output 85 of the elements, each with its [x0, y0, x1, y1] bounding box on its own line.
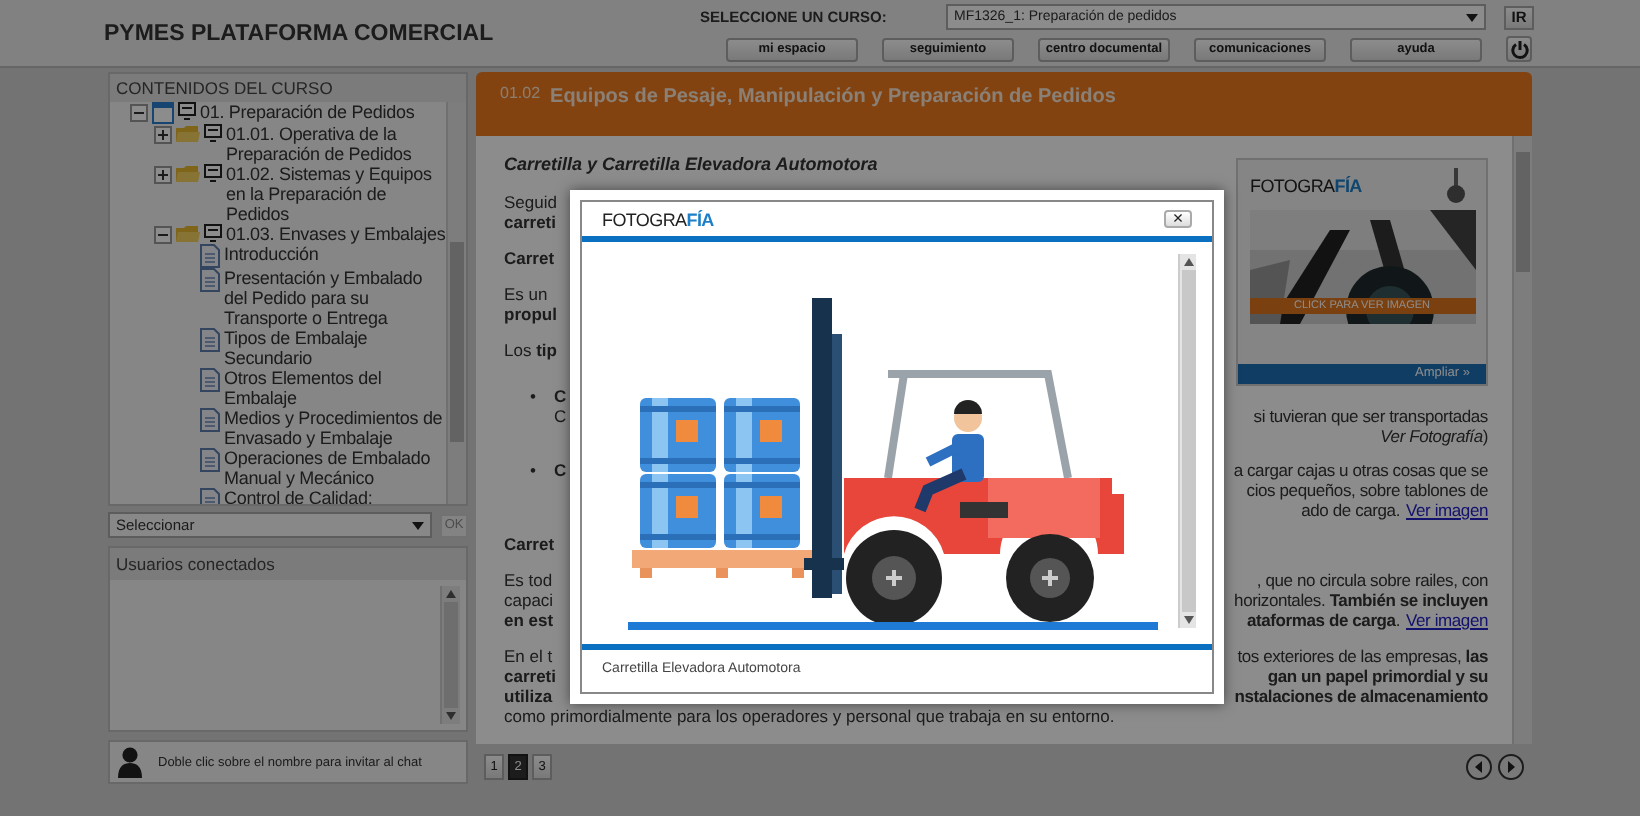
scrollbar[interactable] [440, 586, 460, 724]
body-text: C [554, 460, 567, 480]
power-button[interactable] [1506, 36, 1532, 62]
scroll-up-icon[interactable] [446, 590, 456, 598]
body-text: ado de carga. [1301, 500, 1400, 520]
lesson-title: Equipos de Pesaje, Manipulación y Preparación de Pedidos [550, 86, 1116, 108]
tree-item[interactable]: Introducción [224, 244, 446, 264]
monitor-icon [204, 124, 222, 142]
body-text: En el t [504, 646, 553, 666]
bullet-mark: • [530, 460, 538, 484]
window-icon [152, 102, 174, 124]
next-icon[interactable] [1498, 753, 1524, 779]
document-icon [200, 448, 220, 472]
collapse-icon[interactable] [130, 104, 148, 122]
scrollbar[interactable] [446, 102, 466, 504]
previous-icon[interactable] [1466, 753, 1492, 779]
link[interactable]: Ver imagen [1406, 610, 1488, 630]
monitor-icon [178, 102, 196, 120]
close-button[interactable]: × [1164, 210, 1192, 228]
body-text: propul [504, 304, 557, 324]
body-text: cios pequeños, sobre tablones de [1246, 480, 1488, 500]
tree-item[interactable]: Tipos de Embalaje Secundario [224, 328, 446, 368]
monitor-icon [204, 224, 222, 242]
subheading: Carret [504, 248, 555, 268]
caret-icon [1466, 13, 1478, 21]
body-text: Ver Fotografía) [1380, 426, 1488, 446]
body-text: como primordialmente para los operadores y personal que trabaja en su entorno. [504, 706, 1115, 726]
body-text: Es un [504, 284, 548, 304]
scrollbar[interactable] [1178, 254, 1196, 628]
pin-icon [1446, 167, 1466, 203]
body-text: carreti [504, 666, 556, 686]
folder-icon [176, 224, 200, 244]
expand-icon[interactable] [154, 166, 172, 184]
body-text: C [554, 406, 567, 426]
body-text: , que no circula sobre railes, con [1256, 570, 1488, 590]
tree-item[interactable]: 01.03. Envases y Embalajes [226, 224, 446, 244]
scroll-up-icon[interactable] [1183, 258, 1193, 266]
document-icon [200, 328, 220, 352]
tree-item[interactable]: Medios y Procedimientos de Envasado y Embalaje [224, 408, 446, 448]
section-heading: Carretilla y Carretilla Elevadora Automotora [504, 154, 878, 174]
tree-item[interactable]: Control de Calidad: [224, 488, 446, 504]
caret-icon [412, 521, 425, 529]
panel-title: Usuarios conectados [110, 548, 466, 580]
monitor-icon [204, 164, 222, 182]
folder-icon [176, 124, 200, 144]
document-icon [200, 244, 220, 268]
body-text: utiliza [504, 686, 553, 706]
document-icon [200, 408, 220, 432]
bullet-mark: • [530, 386, 538, 410]
tree-item[interactable]: Presentación y Embalado del Pedido para su Transporte o Entrega [224, 268, 446, 328]
logo: FOTOGRAFÍA [1250, 175, 1362, 195]
body-text: a cargar cajas u otras cosas que se [1233, 460, 1488, 480]
body-text: horizontales. También se incluyen [1234, 590, 1488, 610]
tree-item[interactable]: Otros Elementos del Embalaje [224, 368, 446, 408]
user-silhouette-icon [118, 746, 142, 778]
body-text: Seguid [504, 192, 557, 212]
body-text: Es tod [504, 570, 553, 590]
document-icon [200, 268, 220, 292]
scroll-down-icon[interactable] [446, 712, 456, 720]
scroll-down-icon[interactable] [1183, 616, 1193, 624]
link[interactable]: Ver imagen [1406, 500, 1488, 520]
tree-item[interactable]: 01.01. Operativa de la Preparación de Pedidos [226, 124, 446, 164]
subheading: Carret [504, 534, 555, 554]
collapse-icon[interactable] [154, 226, 172, 244]
logo: FOTOGRAFÍA [602, 209, 714, 229]
body-text: C [554, 386, 567, 406]
body-text: ataformas de carga. [1246, 610, 1400, 630]
tree-item[interactable]: 01. Preparación de Pedidos [200, 102, 446, 122]
document-icon [200, 368, 220, 392]
body-text: gan un papel primordial y su [1267, 666, 1488, 686]
app-title: PYMES PLATAFORMA COMERCIAL [104, 21, 496, 45]
body-text: en est [504, 610, 554, 630]
folder-icon [176, 164, 200, 184]
scrollbar[interactable] [1512, 136, 1532, 744]
lesson-number: 01.02 [500, 84, 541, 102]
panel-title: CONTENIDOS DEL CURSO [110, 74, 466, 102]
body-text: carreti [504, 212, 556, 232]
body-text: nstalaciones de almacenamiento [1234, 686, 1488, 706]
body-text: tos exteriores de las empresas, las [1237, 646, 1488, 666]
tree-item[interactable]: 01.02. Sistemas y Equipos en la Preparación de Pedidos [226, 164, 446, 224]
body-text: capaci [504, 590, 554, 610]
expand-icon[interactable] [154, 126, 172, 144]
body-text: si tuvieran que ser transportadas [1253, 406, 1488, 426]
body-text: Los tip [504, 340, 557, 360]
tree-item[interactable]: Operaciones de Embalado Manual y Mecánico [224, 448, 446, 488]
